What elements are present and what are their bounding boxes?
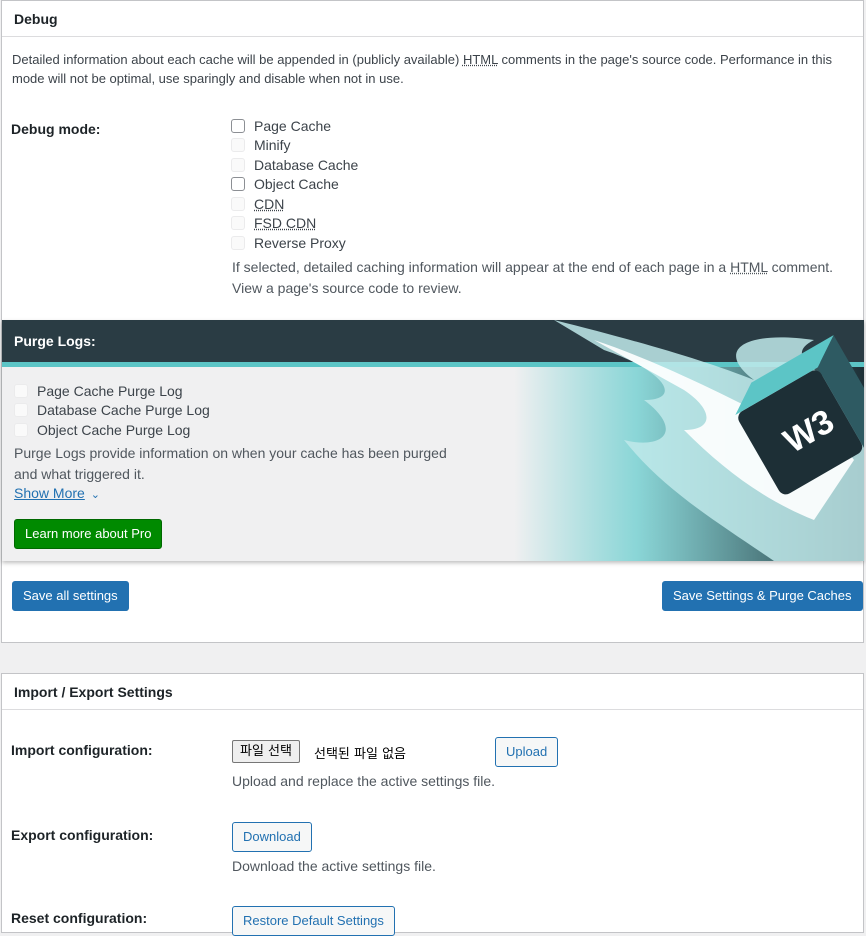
save-all-settings-button[interactable]: Save all settings (12, 581, 129, 611)
import-export-title: Import / Export Settings (2, 674, 863, 710)
cdn-checkbox (231, 196, 245, 211)
debug-option-object-cache[interactable]: Object Cache (231, 175, 358, 195)
debug-box-title: Debug (2, 1, 863, 37)
debug-option-reverse-proxy: Reverse Proxy (231, 233, 358, 253)
chevron-down-icon: ⌄ (90, 489, 100, 501)
purge-option-page-cache: Page Cache Purge Log (14, 381, 210, 401)
learn-more-pro-button[interactable]: Learn more about Pro (14, 519, 163, 549)
import-export-box: Import / Export Settings (1, 673, 864, 933)
purge-option-database-cache: Database Cache Purge Log (14, 401, 210, 421)
download-help: Download the active settings file. (232, 858, 436, 874)
purge-option-object-cache: Object Cache Purge Log (14, 420, 210, 440)
upload-help: Upload and replace the active settings f… (232, 773, 496, 789)
html-abbr: HTML (462, 52, 498, 67)
reset-configuration-label: Reset configuration: (11, 910, 148, 926)
fsd-cdn-checkbox (231, 216, 245, 231)
purge-logs-pro-banner: Purge Logs: W3 Page Cache Purge Log Data… (2, 320, 864, 561)
database-cache-checkbox (231, 157, 245, 172)
save-settings-purge-caches-button[interactable]: Save Settings & Purge Caches (662, 581, 863, 611)
purge-log-options: Page Cache Purge Log Database Cache Purg… (14, 381, 210, 440)
upload-button[interactable]: Upload (495, 737, 559, 767)
object-cache-purge-log-checkbox (14, 422, 28, 437)
page-cache-purge-log-checkbox (14, 383, 28, 398)
w3-flame-logo-icon: W3 (514, 320, 864, 561)
object-cache-checkbox[interactable] (231, 177, 245, 192)
file-status-text: 선택된 파일 없음 (314, 747, 406, 762)
import-configuration-label: Import configuration: (11, 742, 153, 758)
debug-option-database-cache: Database Cache (231, 155, 358, 175)
minify-checkbox (231, 138, 245, 153)
debug-description: Detailed information about each cache wi… (12, 52, 833, 86)
purge-logs-description: Purge Logs provide information on when y… (14, 445, 447, 482)
download-button[interactable]: Download (232, 822, 312, 852)
debug-mode-options: Page Cache Minify Database Cache Object … (231, 116, 358, 253)
debug-option-page-cache[interactable]: Page Cache (231, 116, 358, 136)
debug-option-cdn: CDN (231, 194, 358, 214)
show-more-link[interactable]: Show More ⌄ (14, 485, 100, 501)
debug-mode-help: If selected, detailed caching informatio… (232, 259, 834, 296)
restore-default-settings-button[interactable]: Restore Default Settings (232, 906, 395, 936)
debug-option-minify: Minify (231, 136, 358, 156)
choose-file-button[interactable]: 파일 선택 (232, 740, 300, 763)
reverse-proxy-checkbox (231, 235, 245, 250)
page-cache-checkbox[interactable] (231, 118, 245, 133)
database-cache-purge-log-checkbox (14, 403, 28, 418)
export-configuration-label: Export configuration: (11, 827, 154, 843)
debug-mode-label: Debug mode: (11, 121, 101, 137)
debug-option-fsd-cdn: FSD CDN (231, 214, 358, 234)
purge-logs-title: Purge Logs: (14, 333, 96, 349)
